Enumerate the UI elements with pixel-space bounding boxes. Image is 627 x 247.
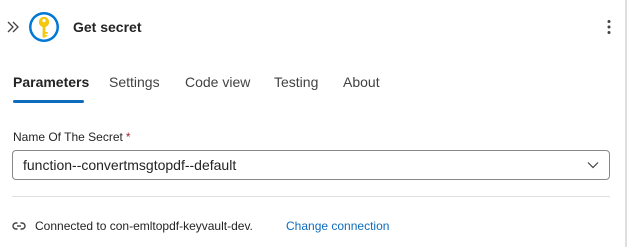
tab-testing[interactable]: Testing — [274, 72, 318, 92]
connection-link-icon — [12, 222, 26, 230]
action-title: Get secret — [73, 19, 142, 35]
tab-parameters[interactable]: Parameters — [13, 72, 89, 92]
active-tab-indicator — [13, 100, 84, 103]
required-marker: * — [125, 130, 131, 144]
more-options-button[interactable] — [600, 16, 618, 38]
change-connection-link[interactable]: Change connection — [286, 219, 389, 233]
secret-name-value: function--convertmsgtopdf--default — [23, 157, 237, 173]
chevron-down-icon — [587, 162, 599, 169]
collapse-panel-button[interactable] — [4, 18, 22, 36]
key-vault-key-icon — [29, 12, 59, 42]
action-details-panel: Get secret Parameters Settings Code view… — [0, 0, 627, 247]
secret-name-label: Name Of The Secret * — [13, 130, 131, 144]
connection-status-text: Connected to con-emltopdf-keyvault-dev. — [35, 219, 253, 233]
tab-about[interactable]: About — [343, 72, 380, 92]
section-divider — [12, 196, 610, 197]
tab-settings[interactable]: Settings — [109, 72, 160, 92]
tab-code-view[interactable]: Code view — [185, 72, 250, 92]
secret-name-label-text: Name Of The Secret — [13, 130, 123, 144]
tab-list: Parameters Settings Code view Testing Ab… — [0, 72, 600, 106]
more-vertical-icon — [607, 20, 611, 34]
secret-name-dropdown[interactable]: function--convertmsgtopdf--default — [12, 150, 610, 180]
panel-header: Get secret — [0, 10, 625, 46]
double-chevron-right-icon — [7, 21, 19, 33]
